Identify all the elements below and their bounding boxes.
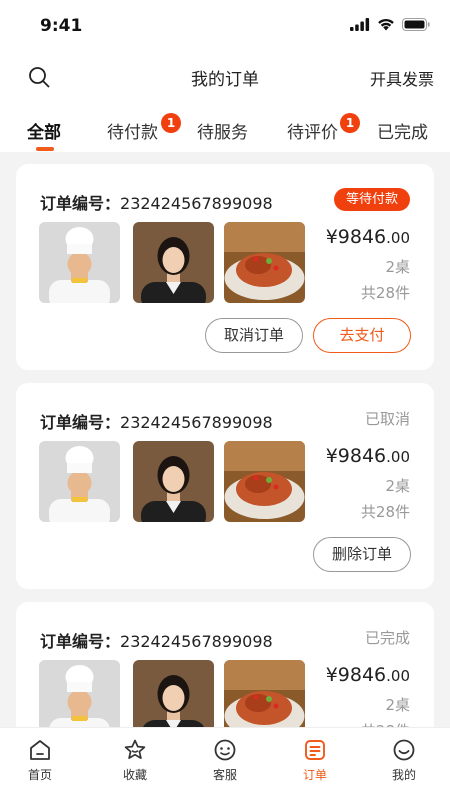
service-icon: [214, 739, 236, 761]
tab-pending-service[interactable]: 待服务: [197, 118, 248, 143]
signal-icon: [350, 18, 370, 31]
waitress-thumbnail: [133, 222, 214, 303]
table-count: 2桌: [385, 696, 410, 714]
home-icon: [30, 740, 50, 760]
header: 我的订单 开具发票: [0, 52, 450, 102]
chef-thumbnail: [39, 222, 120, 303]
order-price: ¥9846.00: [325, 226, 410, 248]
status-bar: 9:41: [0, 0, 450, 52]
chef-thumbnail: [39, 441, 120, 522]
bottom-tab-bar: 首页 收藏 客服 订单 我的: [0, 727, 450, 800]
table-count: 2桌: [385, 477, 410, 495]
tabbar-favorites[interactable]: 收藏: [105, 738, 165, 783]
dish-thumbnail: [224, 441, 305, 522]
tab-completed[interactable]: 已完成: [377, 118, 428, 143]
status-icons: [350, 18, 430, 31]
tab-pending-payment[interactable]: 待付款: [107, 118, 158, 143]
order-card[interactable]: 订单编号：232424567899098 等待付款 ¥9846.00 2桌 共2…: [16, 164, 434, 370]
wifi-icon: [378, 18, 394, 31]
favorite-icon: [124, 739, 146, 759]
tabbar-label: 首页: [27, 768, 52, 782]
tabbar-orders[interactable]: 订单: [285, 738, 345, 783]
tabbar-label: 收藏: [122, 768, 147, 782]
tabbar-label: 客服: [212, 768, 237, 782]
status-text: 已完成: [364, 629, 410, 647]
item-count: 共28件: [360, 284, 410, 302]
order-card[interactable]: 订单编号：232424567899098 已取消 ¥9846.00 2桌 共28…: [16, 383, 434, 589]
tabbar-label: 订单: [302, 768, 327, 782]
order-icon: [305, 740, 325, 760]
profile-icon: [393, 739, 415, 761]
pay-button[interactable]: 去支付: [313, 318, 411, 353]
status-text: 已取消: [364, 410, 410, 428]
issue-invoice-button[interactable]: 开具发票: [370, 66, 434, 90]
table-count: 2桌: [385, 258, 410, 276]
battery-icon: [402, 18, 430, 31]
delete-order-button[interactable]: 删除订单: [313, 537, 411, 572]
tab-pending-review[interactable]: 待评价: [287, 118, 338, 143]
order-number: 订单编号：232424567899098: [40, 194, 273, 213]
tabbar-label: 我的: [391, 768, 416, 782]
tab-badge: 1: [161, 113, 181, 133]
dish-thumbnail: [224, 222, 305, 303]
tab-badge: 1: [340, 113, 360, 133]
tabbar-service[interactable]: 客服: [195, 738, 255, 783]
order-tabs: 全部 待付款 1 待服务 待评价 1 已完成: [0, 102, 450, 152]
item-count: 共28件: [360, 503, 410, 521]
tabbar-profile[interactable]: 我的: [374, 738, 434, 783]
order-price: ¥9846.00: [325, 445, 410, 467]
tab-all[interactable]: 全部: [27, 118, 61, 143]
waitress-thumbnail: [133, 441, 214, 522]
order-price: ¥9846.00: [325, 664, 410, 686]
order-number: 订单编号：232424567899098: [40, 632, 273, 651]
status-time: 9:41: [40, 16, 83, 36]
cancel-order-button[interactable]: 取消订单: [205, 318, 303, 353]
tab-active-indicator: [36, 147, 54, 151]
status-badge: 等待付款: [333, 188, 410, 211]
tabbar-home[interactable]: 首页: [10, 738, 70, 783]
order-number: 订单编号：232424567899098: [40, 413, 273, 432]
